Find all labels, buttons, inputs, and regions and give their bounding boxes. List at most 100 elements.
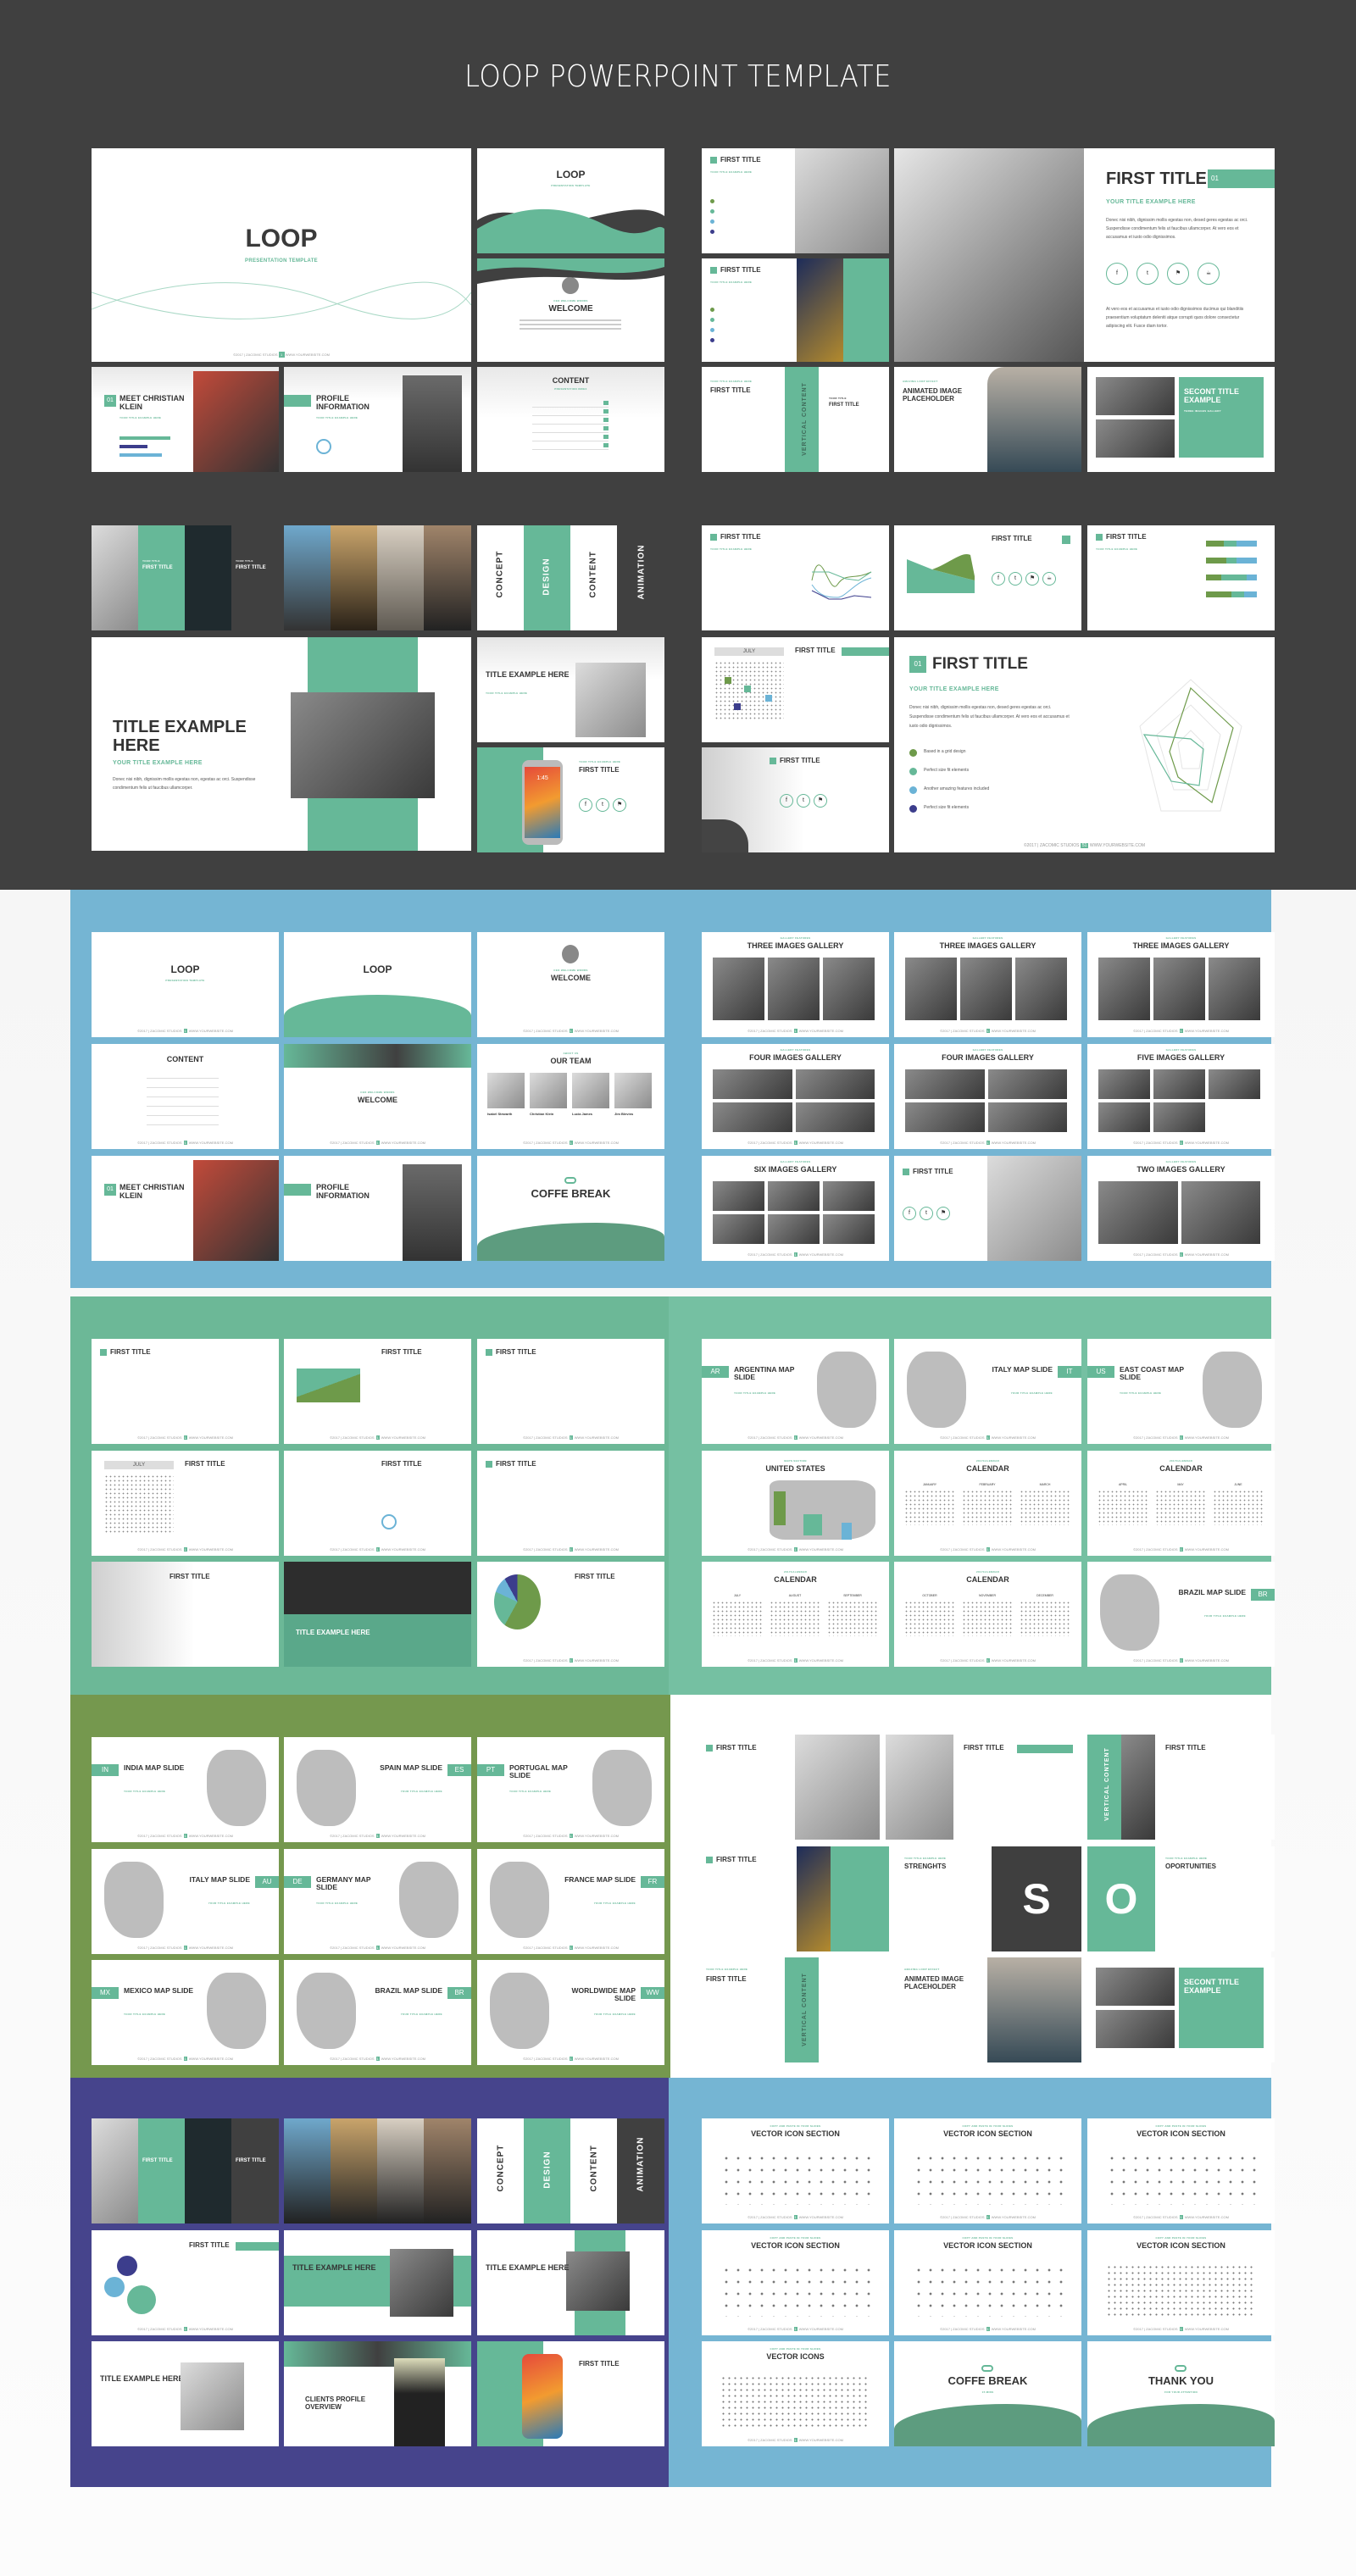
slide-cover[interactable]: LOOP PRESENTATION TEMPLATE ©2017 | ZACOM… [92,148,471,362]
slide-gallery[interactable]: GALLERY FEATURES THREE IMAGES GALLERY ©201… [1087,932,1275,1037]
slide-opportunities[interactable]: O YOUR TITLE EXAMPLE HERE OPORTUNITIES [1087,1846,1275,1951]
slide-calendar-quarter[interactable]: 2017CALENDAR CALENDAR JANUARY FEBRUARY MARCH… [894,1451,1081,1556]
facebook-icon[interactable]: f [780,794,793,808]
slide-phone-first-title[interactable]: 1:45 YOUR TITLE EXAMPLE HERE FIRST TITLE… [477,747,664,852]
flag-icon[interactable]: ⚑ [613,798,626,812]
slide-first-title-typewriter-2[interactable]: FIRST TITLE [702,1735,880,1840]
twitter-icon[interactable]: t [1009,572,1022,586]
slide-profile-small[interactable]: PROFILE INFORMATION [284,1156,471,1261]
slide-line-chart[interactable]: FIRST TITLE YOUR TITLE EXAMPLE HERE [702,525,889,630]
slide-gallery[interactable]: GALLERY FEATURES FIVE IMAGES GALLERY ©2017… [1087,1044,1275,1149]
twitter-icon[interactable]: t [797,794,810,808]
slide-strengths[interactable]: YOUR TITLE EXAMPLE HERE STRENGHTS S [894,1846,1081,1951]
slide-map[interactable]: IN INDIA MAP SLIDE YOUR TITLE EXAMPLE HERE… [92,1737,279,1842]
facebook-icon[interactable]: f [579,798,592,812]
slide-curve-chart[interactable]: FIRST TITLE ©2017 | ZACOMIC STUDIOS 1 WWW.Y… [284,1451,471,1556]
slide-gallery[interactable]: GALLERY FEATURES SIX IMAGES GALLERY ©2017 … [702,1156,889,1261]
slide-first-title-books[interactable]: FIRST TITLE 01 YOUR TITLE EXAMPLE HERE D… [894,148,1275,362]
slide-clients-profile[interactable]: CLIENTS PROFILE OVERVIEW [284,2341,471,2446]
twitter-icon[interactable]: t [1136,263,1159,285]
slide-vertical-content-3[interactable]: YOUR TITLE EXAMPLE HERE FIRST TITLE VERTIC… [702,1957,889,2062]
slide-title-example-guitar[interactable]: TITLE EXAMPLE HERE [284,2230,471,2335]
slide-animated-placeholder[interactable]: AMAZING LOOP EFFECT ANIMATED IMAGE PLACE… [894,367,1081,472]
slide-second-title-2[interactable]: SECONT TITLE EXAMPLE [1087,1957,1275,2062]
slide-calendar-small[interactable]: JULY FIRST TITLE ©2017 | ZACOMIC STUDIOS 1 W… [92,1451,279,1556]
slide-gallery[interactable]: GALLERY FEATURES FOUR IMAGES GALLERY ©2017… [702,1044,889,1149]
facebook-icon[interactable]: f [903,1207,916,1220]
slide-map[interactable]: AR ARGENTINA MAP SLIDE YOUR TITLE EXAMPLE … [702,1339,889,1444]
slide-hiker-small[interactable]: FIRST TITLE [92,1562,279,1667]
slide-vector-icons[interactable]: COPY AND PASTE IN YOUR SLIDES VECTOR ICON… [1087,2118,1275,2223]
slide-line-chart-small[interactable]: FIRST TITLE ©2017 | ZACOMIC STUDIOS 1 WWW.Y… [92,1339,279,1444]
slide-title-example-dog[interactable]: TITLE EXAMPLE HERE YOUR TITLE EXAMPLE HE… [92,637,471,851]
slide-area-chart-small[interactable]: FIRST TITLE ©2017 | ZACOMIC STUDIOS 1 WWW.Y… [284,1339,471,1444]
slide-first-title-typewriter[interactable]: FIRST TITLE YOUR TITLE EXAMPLE HERE [702,148,889,253]
slide-map[interactable]: WW WORLDWIDE MAP SLIDE YOUR TITLE EXAMPLE … [477,1960,664,2065]
slide-first-title-passport[interactable]: FIRST TITLE YOUR TITLE EXAMPLE HERE [702,258,889,362]
flag-icon[interactable]: ⚑ [814,794,827,808]
slide-map[interactable]: PT PORTUGAL MAP SLIDE YOUR TITLE EXAMPLE H… [477,1737,664,1842]
slide-radar-small[interactable]: FIRST TITLE ©2017 | ZACOMIC STUDIOS 1 WWW.Y… [477,1451,664,1556]
slide-photo-strips-2[interactable] [284,2118,471,2223]
slide-title-example-beanie-2[interactable]: TITLE EXAMPLE HERE [92,2341,279,2446]
slide-vector-icons[interactable]: COPY AND PASTE IN YOUR SLIDES VECTOR ICON… [894,2230,1081,2335]
slide-gallery[interactable]: FIRST TITLE f t ⚑ [894,1156,1081,1261]
slide-meet-christian-small[interactable]: 01 MEET CHRISTIAN KLEIN [92,1156,279,1261]
slide-cover-small[interactable]: LOOP PRESENTATION TEMPLATE ©2017 | ZACOMIC… [92,932,279,1037]
slide-bar-chart[interactable]: FIRST TITLE YOUR TITLE EXAMPLE HERE [1087,525,1275,630]
slide-cover-wave-small[interactable]: LOOP [284,932,471,1037]
slide-gallery[interactable]: GALLERY FEATURES THREE IMAGES GALLERY ©201… [702,932,889,1037]
slide-title-example-dog-2[interactable]: TITLE EXAMPLE HERE [477,2230,664,2335]
slide-calendar-quarter[interactable]: 2017CALENDAR CALENDAR JULY AUGUST SEPTEMBER ©… [702,1562,889,1667]
facebook-icon[interactable]: f [992,572,1005,586]
slide-our-team[interactable]: ABOUT US OUR TEAM Isabel Stewarth Christian… [477,1044,664,1149]
slide-map[interactable]: MX MEXICO MAP SLIDE YOUR TITLE EXAMPLE HER… [92,1960,279,2065]
slide-cover-wave[interactable]: LOOP PRESENTATION TEMPLATE [477,148,664,253]
coffee-icon[interactable]: ☕ [1198,263,1220,285]
slide-panels-dark[interactable]: YOUR TITLE FIRST TITLE YOUR TITLE FIRST … [92,525,279,630]
slide-four-columns-2[interactable]: CONCEPT DESIGN CONTENT ANIMATION [477,2118,664,2223]
slide-map[interactable]: ES SPAIN MAP SLIDE YOUR TITLE EXAMPLE HERE… [284,1737,471,1842]
slide-calendar-july[interactable]: JULY FIRST TITLE [702,637,889,742]
slide-vertical-content-2[interactable]: VERTICAL CONTENT FIRST TITLE [1087,1735,1275,1840]
slide-photo-strips[interactable] [284,525,471,630]
slide-pie-chart[interactable]: FIRST TITLE ©2017 | ZACOMIC STUDIOS 1 WWW.Y… [477,1562,664,1667]
slide-map[interactable]: AU ITALY MAP SLIDE YOUR TITLE EXAMPLE HERE… [92,1849,279,1954]
slide-phone-first-title-2[interactable]: FIRST TITLE [477,2341,664,2446]
slide-vertical-content[interactable]: YOUR TITLE EXAMPLE HERE FIRST TITLE VERT… [702,367,889,472]
slide-welcome-wave-small[interactable]: CEO WELCOME WORDS WELCOME ©2017 | ZACOMIC … [284,1044,471,1149]
slide-welcome-small[interactable]: CEO WELCOME WORDS WELCOME ©2017 | ZACOMIC … [477,932,664,1037]
slide-radar-chart[interactable]: 01 FIRST TITLE YOUR TITLE EXAMPLE HERE D… [894,637,1275,852]
slide-united-states[interactable]: MAPS SECTION UNITED STATES ©2017 | ZACOMIC… [702,1451,889,1556]
slide-first-title-passport-2[interactable]: FIRST TITLE [702,1846,889,1951]
slide-area-chart[interactable]: FIRST TITLE f t ⚑ ☕ [894,525,1081,630]
slide-gallery[interactable]: GALLERY FEATURES THREE IMAGES GALLERY ©201… [894,932,1081,1037]
slide-map[interactable]: US EAST COAST MAP SLIDE YOUR TITLE EXAMPLE… [1087,1339,1275,1444]
slide-map[interactable]: BR BRAZIL MAP SLIDE YOUR TITLE EXAMPLE HER… [1087,1562,1275,1667]
slide-four-columns[interactable]: CONCEPT DESIGN CONTENT ANIMATION [477,525,664,630]
slide-books-first-title[interactable]: FIRST TITLE [886,1735,1073,1840]
slide-panels-dark-2[interactable]: FIRST TITLE FIRST TITLE [92,2118,279,2223]
slide-content-small[interactable]: CONTENT ©2017 | ZACOMIC STUDIOS 1 WWW.YOURW… [92,1044,279,1149]
slide-map[interactable]: BR BRAZIL MAP SLIDE YOUR TITLE EXAMPLE HER… [284,1960,471,2065]
slide-gallery[interactable]: GALLERY FEATURES FOUR IMAGES GALLERY ©2017… [894,1044,1081,1149]
slide-vector-icons[interactable]: COPY AND PASTE IN YOUR SLIDES VECTOR ICON… [1087,2230,1275,2335]
slide-title-example-beanie[interactable]: TITLE EXAMPLE HERE YOUR TITLE EXAMPLE HE… [477,637,664,742]
slide-hiker-first-title[interactable]: FIRST TITLE f t ⚑ [702,747,889,852]
slide-gears[interactable]: FIRST TITLE ©2017 | ZACOMIC STUDIOS 1 WWW.Y… [92,2230,279,2335]
slide-thank-you[interactable]: THANK YOU FOR YOUR ATTENTION [1087,2341,1275,2446]
slide-coffee-break[interactable]: COFFE BREAK 15 MINS [894,2341,1081,2446]
slide-bar-chart-small[interactable]: FIRST TITLE ©2017 | ZACOMIC STUDIOS 1 WWW.Y… [477,1339,664,1444]
slide-vector-icons[interactable]: COPY AND PASTE IN YOUR SLIDES VECTOR ICON… [702,2341,889,2446]
slide-gallery[interactable]: GALLERY FEATURES TWO IMAGES GALLERY ©2017 … [1087,1156,1275,1261]
twitter-icon[interactable]: t [596,798,609,812]
slide-vector-icons[interactable]: COPY AND PASTE IN YOUR SLIDES VECTOR ICON… [702,2230,889,2335]
slide-animated-placeholder-2[interactable]: AMAZING LOOP EFFECT ANIMATED IMAGE PLACEH… [894,1957,1081,2062]
slide-map[interactable]: IT ITALY MAP SLIDE YOUR TITLE EXAMPLE HERE… [894,1339,1081,1444]
slide-map[interactable]: FR FRANCE MAP SLIDE YOUR TITLE EXAMPLE HER… [477,1849,664,1954]
slide-second-title[interactable]: SECONT TITLE EXAMPLE THREE IMAGES GALLER… [1087,367,1275,472]
slide-content[interactable]: CONTENT PRESENTATION INDEX [477,367,664,472]
flag-icon[interactable]: ⚑ [936,1207,950,1220]
flag-icon[interactable]: ⚑ [1167,263,1189,285]
slide-profile-info[interactable]: PROFILE INFORMATION YOUR TITLE EXAMPLE H… [284,367,471,472]
